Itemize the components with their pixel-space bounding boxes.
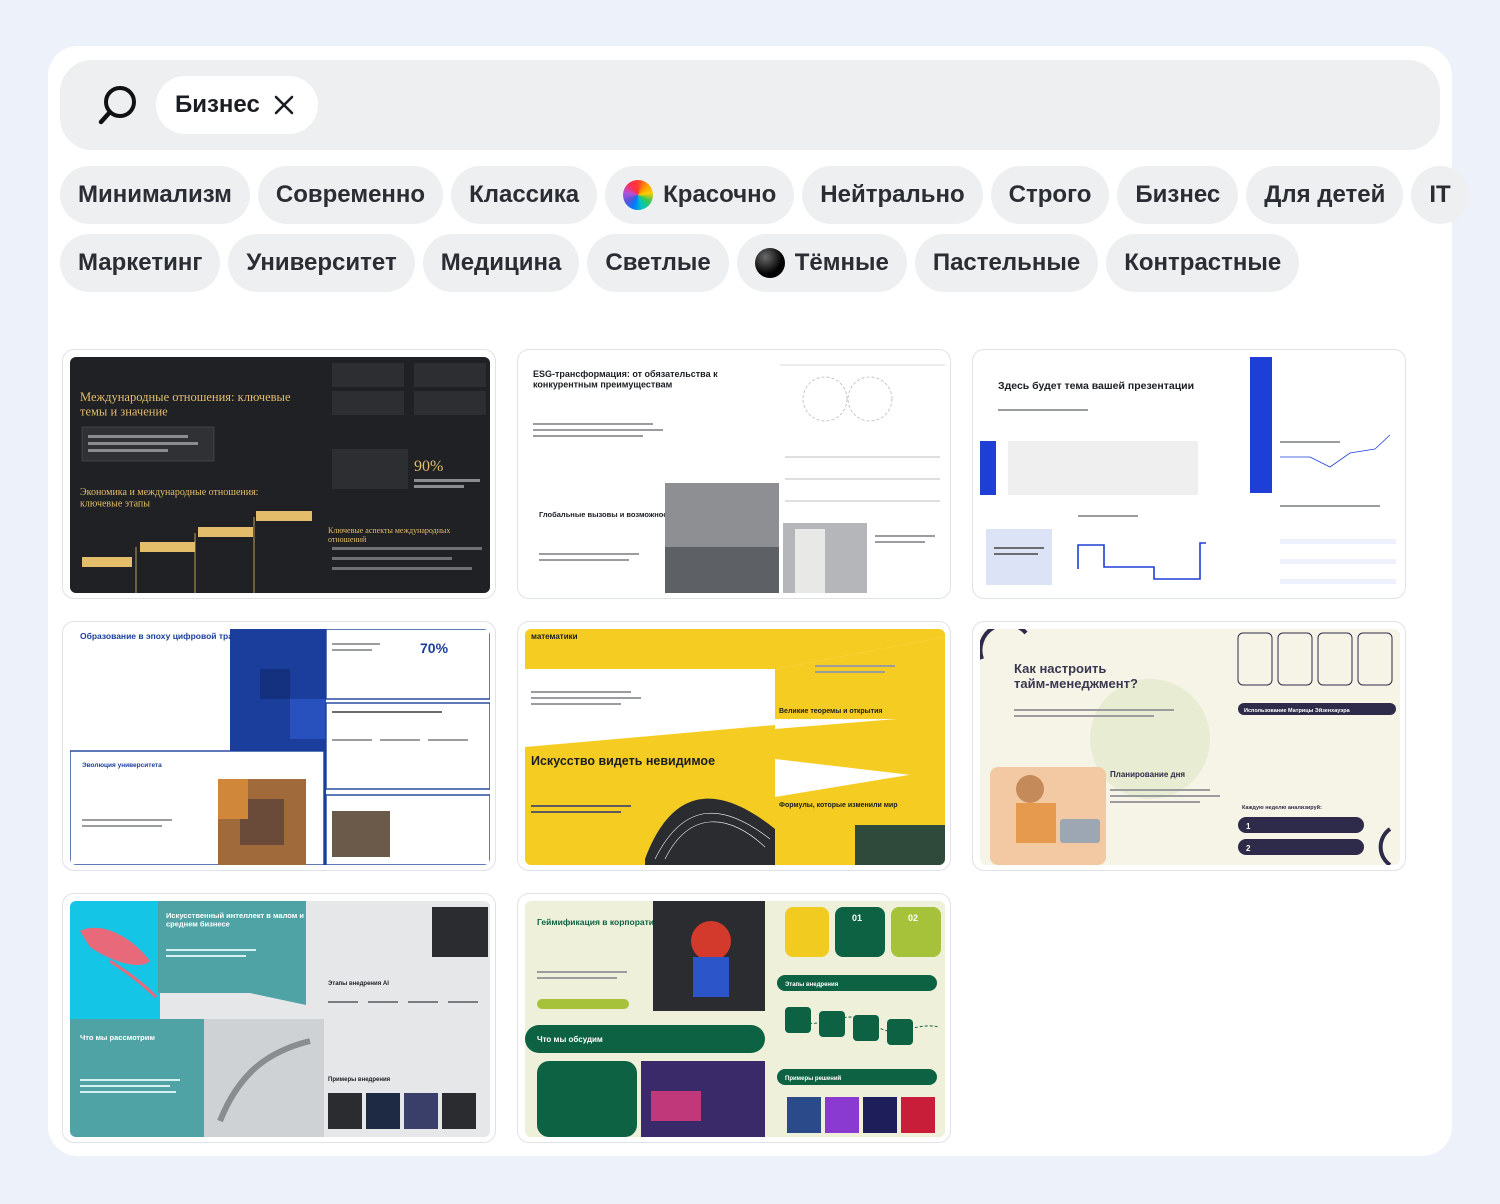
template-card[interactable]: Геймификация в корпоративном обучении Чт… — [517, 893, 951, 1143]
search-query-chip[interactable]: Бизнес — [156, 76, 318, 134]
template-thumbnail: математики Искусство видеть невидимое Ве… — [525, 629, 945, 865]
step-number: 2 — [1246, 844, 1251, 853]
filter-tag-pastel[interactable]: Пастельные — [914, 234, 1099, 292]
filter-tag-label: Светлые — [605, 249, 711, 276]
template-subtitle: Что мы обсудим — [537, 1035, 603, 1044]
filter-tag-modern[interactable]: Современно — [257, 166, 444, 224]
template-thumbnail: ESG-трансформация: от обязательства к кон… — [525, 357, 945, 593]
filter-row-2: Маркетинг Университет Медицина Светлые Т… — [60, 234, 1300, 292]
filter-tag-label: Современно — [275, 181, 426, 208]
slide-preview: Международные отношения: ключевые темы и … — [70, 357, 490, 593]
dark-swatch-icon — [754, 248, 785, 278]
step-number: 01 — [852, 913, 862, 923]
text-line: темы и значение — [80, 404, 168, 418]
template-caption: Примеры решений — [785, 1075, 842, 1082]
filter-tag-kids[interactable]: Для детей — [1246, 166, 1404, 224]
slide-preview: Геймификация в корпоративном обучении Чт… — [525, 901, 945, 1137]
slide-preview: Здесь будет тема вашей презентации — [980, 357, 1400, 593]
text-line: среднем бизнесе — [166, 920, 230, 929]
template-thumbnail: Международные отношения: ключевые темы и … — [70, 357, 490, 593]
template-thumbnail: Образование в эпоху цифровой трансформац… — [70, 629, 490, 865]
filter-tag-label: Бизнес — [1135, 181, 1221, 208]
search-query-label: Бизнес — [175, 91, 260, 118]
filter-tag-marketing[interactable]: Маркетинг — [60, 234, 221, 292]
filter-tag-label: Тёмные — [794, 249, 889, 276]
filter-tag-label: Нейтрально — [820, 181, 965, 208]
color-wheel-icon — [623, 180, 654, 210]
filter-tag-label: Для детей — [1264, 181, 1386, 208]
close-icon[interactable] — [272, 93, 296, 117]
filter-tag-label: Университет — [246, 249, 397, 276]
template-card[interactable]: Искусственный интеллект в малом и среднем… — [62, 893, 496, 1143]
template-card[interactable]: математики Искусство видеть невидимое Ве… — [517, 621, 951, 871]
filter-row-1: Минимализм Современно Классика Красочно … — [60, 166, 1469, 224]
template-headline: Искусство видеть невидимое — [531, 754, 715, 768]
template-card[interactable]: Как настроить тайм-менеджмент? Использова… — [972, 621, 1406, 871]
slide-preview: ESG-трансформация: от обязательства к кон… — [525, 357, 945, 593]
filter-tag-colorful[interactable]: Красочно — [605, 166, 795, 224]
filter-tag-label: Контрастные — [1124, 249, 1282, 276]
filter-tag-medicine[interactable]: Медицина — [422, 234, 580, 292]
text-line: ESG-трансформация: от обязательства к — [533, 369, 718, 379]
filter-tag-minimalism[interactable]: Минимализм — [60, 166, 250, 224]
template-subtitle: Планирование дня — [1110, 770, 1185, 779]
text-line: конкурентным преимуществам — [533, 379, 673, 389]
filter-tag-neutral[interactable]: Нейтрально — [802, 166, 983, 224]
slide-preview: математики Искусство видеть невидимое Ве… — [525, 629, 945, 865]
slide-preview: Как настроить тайм-менеджмент? Использова… — [980, 629, 1400, 865]
template-card[interactable]: Образование в эпоху цифровой трансформац… — [62, 621, 496, 871]
filter-tag-it[interactable]: IT — [1411, 166, 1469, 224]
template-caption: Каждую неделю анализируй: — [1242, 804, 1322, 811]
template-caption: Этапы внедрения AI — [328, 981, 389, 987]
template-subtitle: Что мы рассмотрим — [80, 1033, 155, 1042]
step-number: 1 — [1246, 822, 1251, 831]
filter-tag-dark[interactable]: Тёмные — [736, 234, 907, 292]
filter-tag-label: Классика — [469, 181, 580, 208]
text-line: ключевые этапы — [80, 499, 150, 510]
filter-tag-label: IT — [1429, 181, 1451, 208]
text-line: Международные отношения: ключевые — [80, 390, 291, 404]
filter-tag-label: Минимализм — [78, 181, 232, 208]
text-line: Как настроить — [1014, 661, 1106, 676]
filter-tag-label: Красочно — [663, 181, 777, 208]
text-line: Экономика и международные отношения: — [80, 487, 258, 498]
text-line: отношений — [328, 535, 367, 544]
template-caption: Формулы, которые изменили мир — [779, 802, 898, 809]
template-caption: Этапы внедрения — [785, 982, 839, 988]
template-card[interactable]: ESG-трансформация: от обязательства к кон… — [517, 349, 951, 599]
filter-tag-strict[interactable]: Строго — [990, 166, 1110, 224]
slide-preview: Образование в эпоху цифровой трансформац… — [70, 629, 490, 865]
text-line: тайм-менеджмент? — [1014, 676, 1138, 691]
filter-tag-label: Пастельные — [932, 249, 1081, 276]
template-title: математики — [531, 632, 578, 641]
filter-tag-contrast[interactable]: Контрастные — [1106, 234, 1300, 292]
template-caption: Примеры внедрения — [328, 1077, 391, 1083]
template-caption: Использование Матрицы Эйзенхауэра — [1244, 707, 1351, 714]
filter-tag-label: Медицина — [440, 249, 562, 276]
filter-tag-label: Маркетинг — [78, 249, 203, 276]
search-icon[interactable] — [98, 84, 140, 126]
template-caption: Великие теоремы и открытия — [779, 708, 882, 715]
template-thumbnail: Здесь будет тема вашей презентации — [980, 357, 1400, 593]
template-stat: 90% — [414, 458, 443, 475]
step-number: 02 — [908, 913, 918, 923]
filter-tag-light[interactable]: Светлые — [587, 234, 729, 292]
template-card[interactable]: Здесь будет тема вашей презентации — [972, 349, 1406, 599]
template-thumbnail: Геймификация в корпоративном обучении Чт… — [525, 901, 945, 1137]
template-stat: 70% — [420, 640, 449, 656]
filter-tag-university[interactable]: Университет — [228, 234, 415, 292]
filter-tag-classic[interactable]: Классика — [451, 166, 598, 224]
text-line: Ключевые аспекты международных — [328, 526, 450, 535]
template-thumbnail: Искусственный интеллект в малом и среднем… — [70, 901, 490, 1137]
slide-preview: Искусственный интеллект в малом и среднем… — [70, 901, 490, 1137]
filter-tag-label: Строго — [1008, 181, 1092, 208]
template-subtitle: Эволюция университета — [82, 762, 162, 769]
template-thumbnail: Как настроить тайм-менеджмент? Использова… — [980, 629, 1400, 865]
template-title: Здесь будет тема вашей презентации — [998, 380, 1194, 392]
filter-tag-business[interactable]: Бизнес — [1117, 166, 1239, 224]
template-card[interactable]: Международные отношения: ключевые темы и … — [62, 349, 496, 599]
